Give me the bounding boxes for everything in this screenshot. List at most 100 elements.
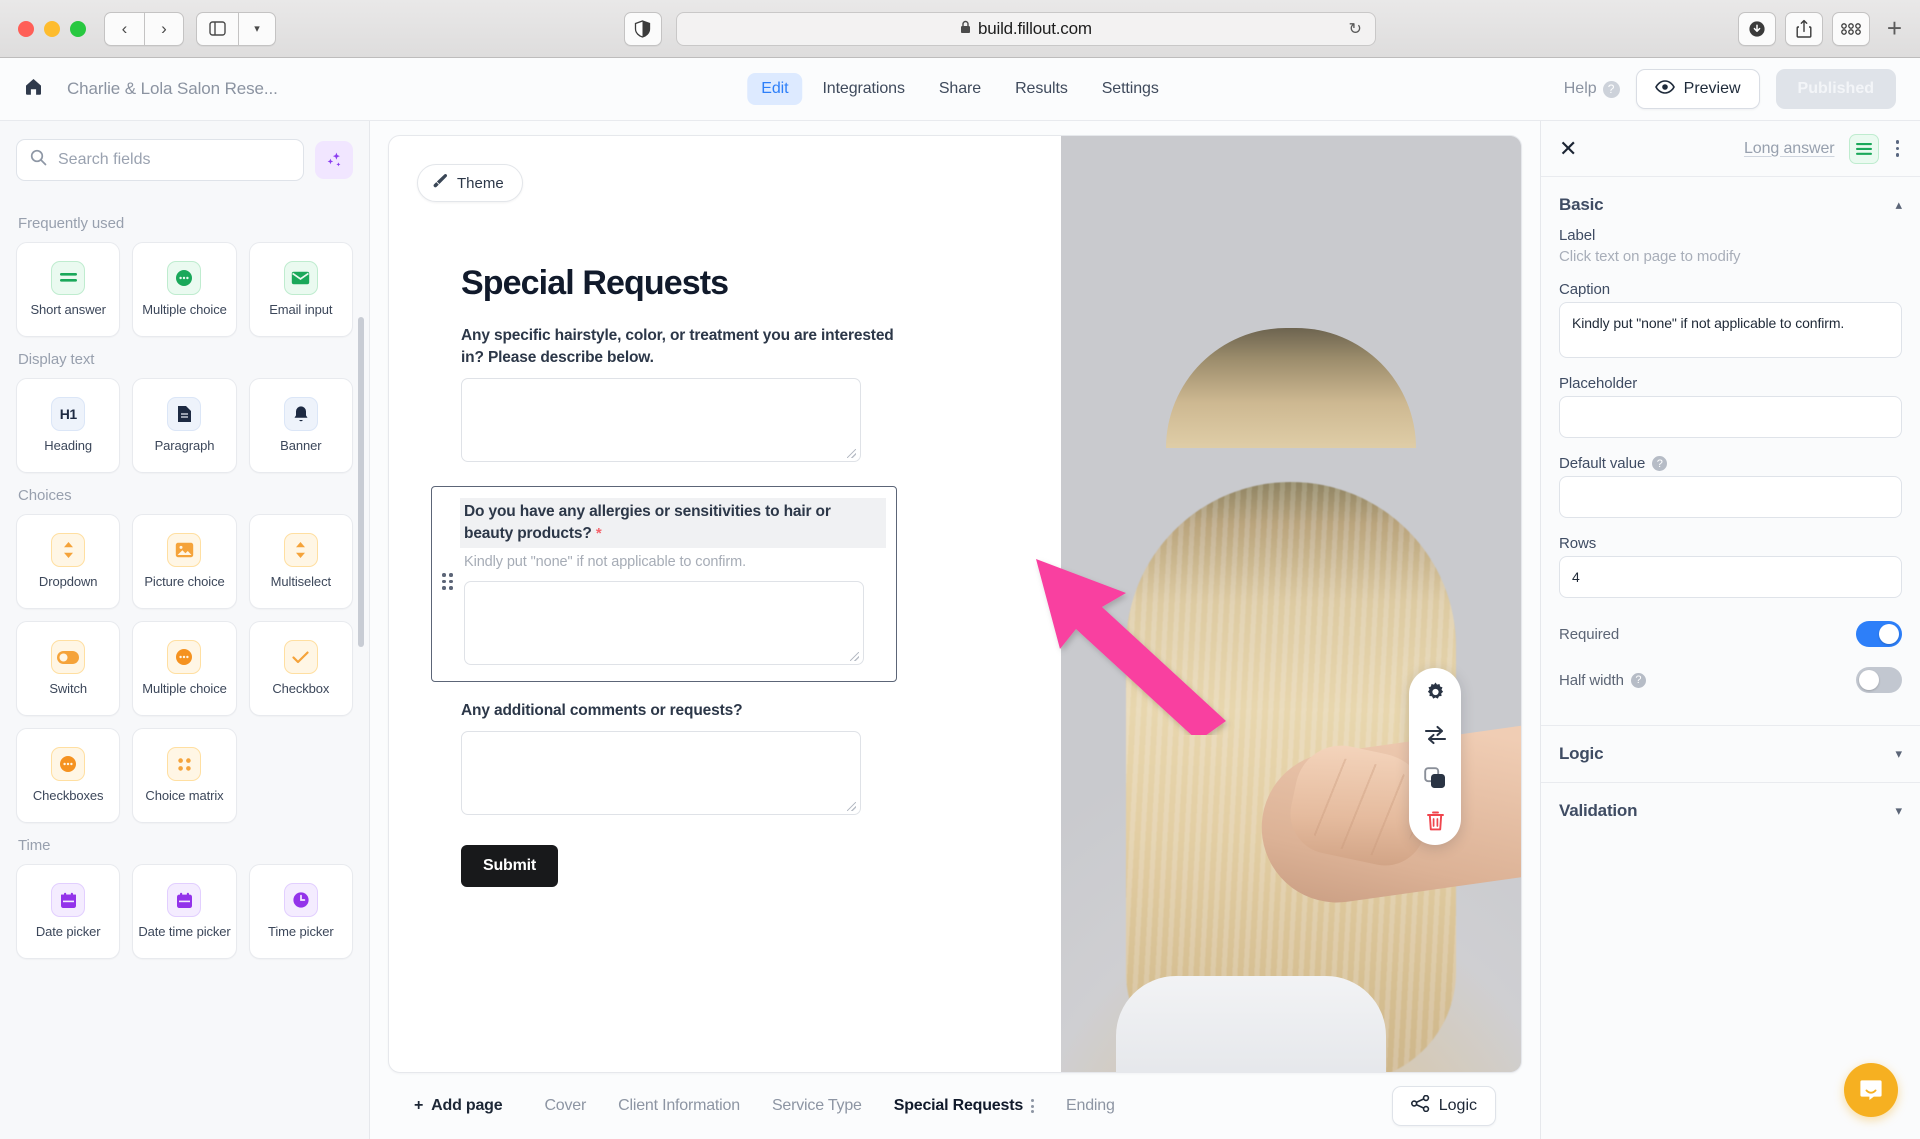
- basic-section-body: Label Click text on page to modify Capti…: [1541, 227, 1920, 725]
- question-textarea-3[interactable]: [461, 731, 861, 815]
- required-toggle[interactable]: [1856, 621, 1902, 648]
- question-action-toolbar[interactable]: [1409, 668, 1461, 845]
- submit-button[interactable]: Submit: [461, 845, 559, 887]
- share-icon[interactable]: [1784, 11, 1823, 46]
- validation-section-header[interactable]: Validation ▾: [1541, 782, 1920, 839]
- field-card-short-answer[interactable]: Short answer: [16, 242, 121, 337]
- field-card-multiselect[interactable]: Multiselect: [248, 514, 353, 609]
- caption-input[interactable]: Kindly put "none" if not applicable to c…: [1559, 302, 1902, 358]
- field-card-dropdown[interactable]: Dropdown: [16, 514, 121, 609]
- basic-section-header[interactable]: Basic ▴: [1541, 177, 1920, 227]
- fields-grid-time: Date picker Date time picker Time picker: [16, 864, 353, 959]
- url-text: build.fillout.com: [978, 18, 1092, 38]
- half-width-toggle[interactable]: [1856, 667, 1902, 694]
- page-tab-client-information[interactable]: Client Information: [602, 1089, 756, 1123]
- drag-handle-icon[interactable]: [442, 573, 453, 590]
- tab-share[interactable]: Share: [925, 73, 995, 105]
- preview-button[interactable]: Preview: [1635, 69, 1760, 109]
- fields-list[interactable]: Frequently used Short answer Multiple ch…: [0, 191, 369, 1139]
- tab-results[interactable]: Results: [1001, 73, 1082, 105]
- download-icon[interactable]: [1737, 11, 1776, 46]
- chevron-down-icon[interactable]: ▾: [1895, 746, 1902, 762]
- default-value-input[interactable]: [1559, 476, 1902, 518]
- kebab-menu-icon[interactable]: [1893, 140, 1903, 157]
- field-card-paragraph[interactable]: Paragraph: [132, 378, 237, 473]
- chevron-down-icon[interactable]: ▾: [1895, 803, 1902, 819]
- tab-overview-icon[interactable]: [1831, 11, 1870, 46]
- field-card-checkbox[interactable]: Checkbox: [248, 621, 353, 716]
- window-traffic-lights[interactable]: [18, 20, 86, 37]
- chevron-up-icon[interactable]: ▴: [1895, 197, 1902, 213]
- question-label[interactable]: Any specific hairstyle, color, or treatm…: [461, 325, 909, 369]
- search-input[interactable]: Search fields: [16, 139, 304, 181]
- info-icon[interactable]: ?: [1630, 672, 1646, 688]
- logic-section-header[interactable]: Logic ▾: [1541, 725, 1920, 782]
- rows-input[interactable]: 4: [1559, 556, 1902, 599]
- page-tab-label: Special Requests: [893, 1097, 1024, 1114]
- field-card-switch[interactable]: Switch: [16, 621, 121, 716]
- label-field-title: Label: [1559, 227, 1596, 244]
- new-tab-icon[interactable]: +: [1887, 13, 1902, 44]
- question-label[interactable]: Any additional comments or requests?: [461, 700, 909, 722]
- page-tab-special-requests[interactable]: Special Requests: [878, 1089, 1050, 1123]
- nav-buttons[interactable]: ‹ ›: [104, 11, 184, 46]
- chevron-down-icon[interactable]: ▾: [238, 11, 276, 46]
- tab-integrations[interactable]: Integrations: [808, 73, 918, 105]
- question-label-highlighted[interactable]: Do you have any allergies or sensitiviti…: [460, 498, 886, 548]
- page-tab-cover[interactable]: Cover: [528, 1089, 602, 1123]
- trash-icon[interactable]: [1423, 809, 1447, 833]
- theme-button[interactable]: Theme: [417, 164, 523, 202]
- question-textarea-2[interactable]: [464, 581, 864, 665]
- long-answer-lines-icon[interactable]: [1848, 133, 1879, 164]
- page-tab-ending[interactable]: Ending: [1050, 1089, 1131, 1123]
- back-icon[interactable]: ‹: [104, 11, 144, 46]
- field-card-multiple-choice-2[interactable]: Multiple choice: [132, 621, 237, 716]
- sparkles-icon[interactable]: [315, 141, 353, 179]
- reload-icon[interactable]: ↻: [1349, 19, 1362, 39]
- field-card-date-time-picker[interactable]: Date time picker: [132, 864, 237, 959]
- intercom-chat-icon[interactable]: [1844, 1063, 1898, 1117]
- question-block-2-selected[interactable]: Do you have any allergies or sensitiviti…: [431, 486, 897, 682]
- tab-edit[interactable]: Edit: [747, 73, 803, 105]
- close-window-button[interactable]: [18, 20, 34, 37]
- minimize-window-button[interactable]: [44, 20, 60, 37]
- sidebar-toggle-icon[interactable]: [196, 11, 238, 46]
- tab-settings[interactable]: Settings: [1088, 73, 1173, 105]
- sidebar-toggle-group[interactable]: ▾: [196, 11, 276, 46]
- sidebar-scrollbar[interactable]: [358, 317, 364, 647]
- field-card-choice-matrix[interactable]: Choice matrix: [132, 728, 237, 823]
- info-icon[interactable]: ?: [1652, 456, 1668, 471]
- published-button[interactable]: Published: [1775, 69, 1896, 109]
- question-caption[interactable]: Kindly put "none" if not applicable to c…: [464, 554, 882, 570]
- question-block-1[interactable]: Any specific hairstyle, color, or treatm…: [461, 325, 909, 462]
- question-block-3[interactable]: Any additional comments or requests?: [461, 700, 909, 815]
- gear-icon[interactable]: [1423, 680, 1447, 704]
- logic-button[interactable]: Logic: [1391, 1086, 1496, 1126]
- kebab-menu-icon[interactable]: [1031, 1099, 1035, 1113]
- field-card-checkboxes[interactable]: Checkboxes: [16, 728, 121, 823]
- forward-icon[interactable]: ›: [144, 11, 184, 46]
- page-tab-service-type[interactable]: Service Type: [756, 1089, 878, 1123]
- maximize-window-button[interactable]: [70, 20, 86, 37]
- field-type-label[interactable]: Long answer: [1744, 140, 1835, 158]
- field-card-label: Heading: [44, 438, 93, 454]
- field-card-email-input[interactable]: Email input: [248, 242, 353, 337]
- question-textarea-1[interactable]: [461, 378, 861, 462]
- address-bar[interactable]: build.fillout.com ↻: [675, 11, 1376, 46]
- duplicate-icon[interactable]: [1423, 766, 1447, 790]
- field-card-time-picker[interactable]: Time picker: [248, 864, 353, 959]
- field-card-multiple-choice[interactable]: Multiple choice: [132, 242, 237, 337]
- privacy-shield-icon[interactable]: [623, 11, 662, 46]
- field-card-heading[interactable]: H1 Heading: [16, 378, 121, 473]
- placeholder-input[interactable]: [1559, 396, 1902, 438]
- field-card-picture-choice[interactable]: Picture choice: [132, 514, 237, 609]
- add-page-button[interactable]: + Add page: [414, 1097, 503, 1115]
- home-icon[interactable]: [24, 77, 43, 102]
- fields-grid-choices: Dropdown Picture choice Multiselect Swit…: [16, 514, 353, 823]
- field-card-date-picker[interactable]: Date picker: [16, 864, 121, 959]
- form-heading[interactable]: Special Requests: [461, 264, 909, 303]
- swap-arrows-icon[interactable]: [1423, 723, 1447, 747]
- help-button[interactable]: Help ?: [1564, 80, 1620, 98]
- close-icon[interactable]: ✕: [1559, 136, 1577, 162]
- field-card-banner[interactable]: Banner: [248, 378, 353, 473]
